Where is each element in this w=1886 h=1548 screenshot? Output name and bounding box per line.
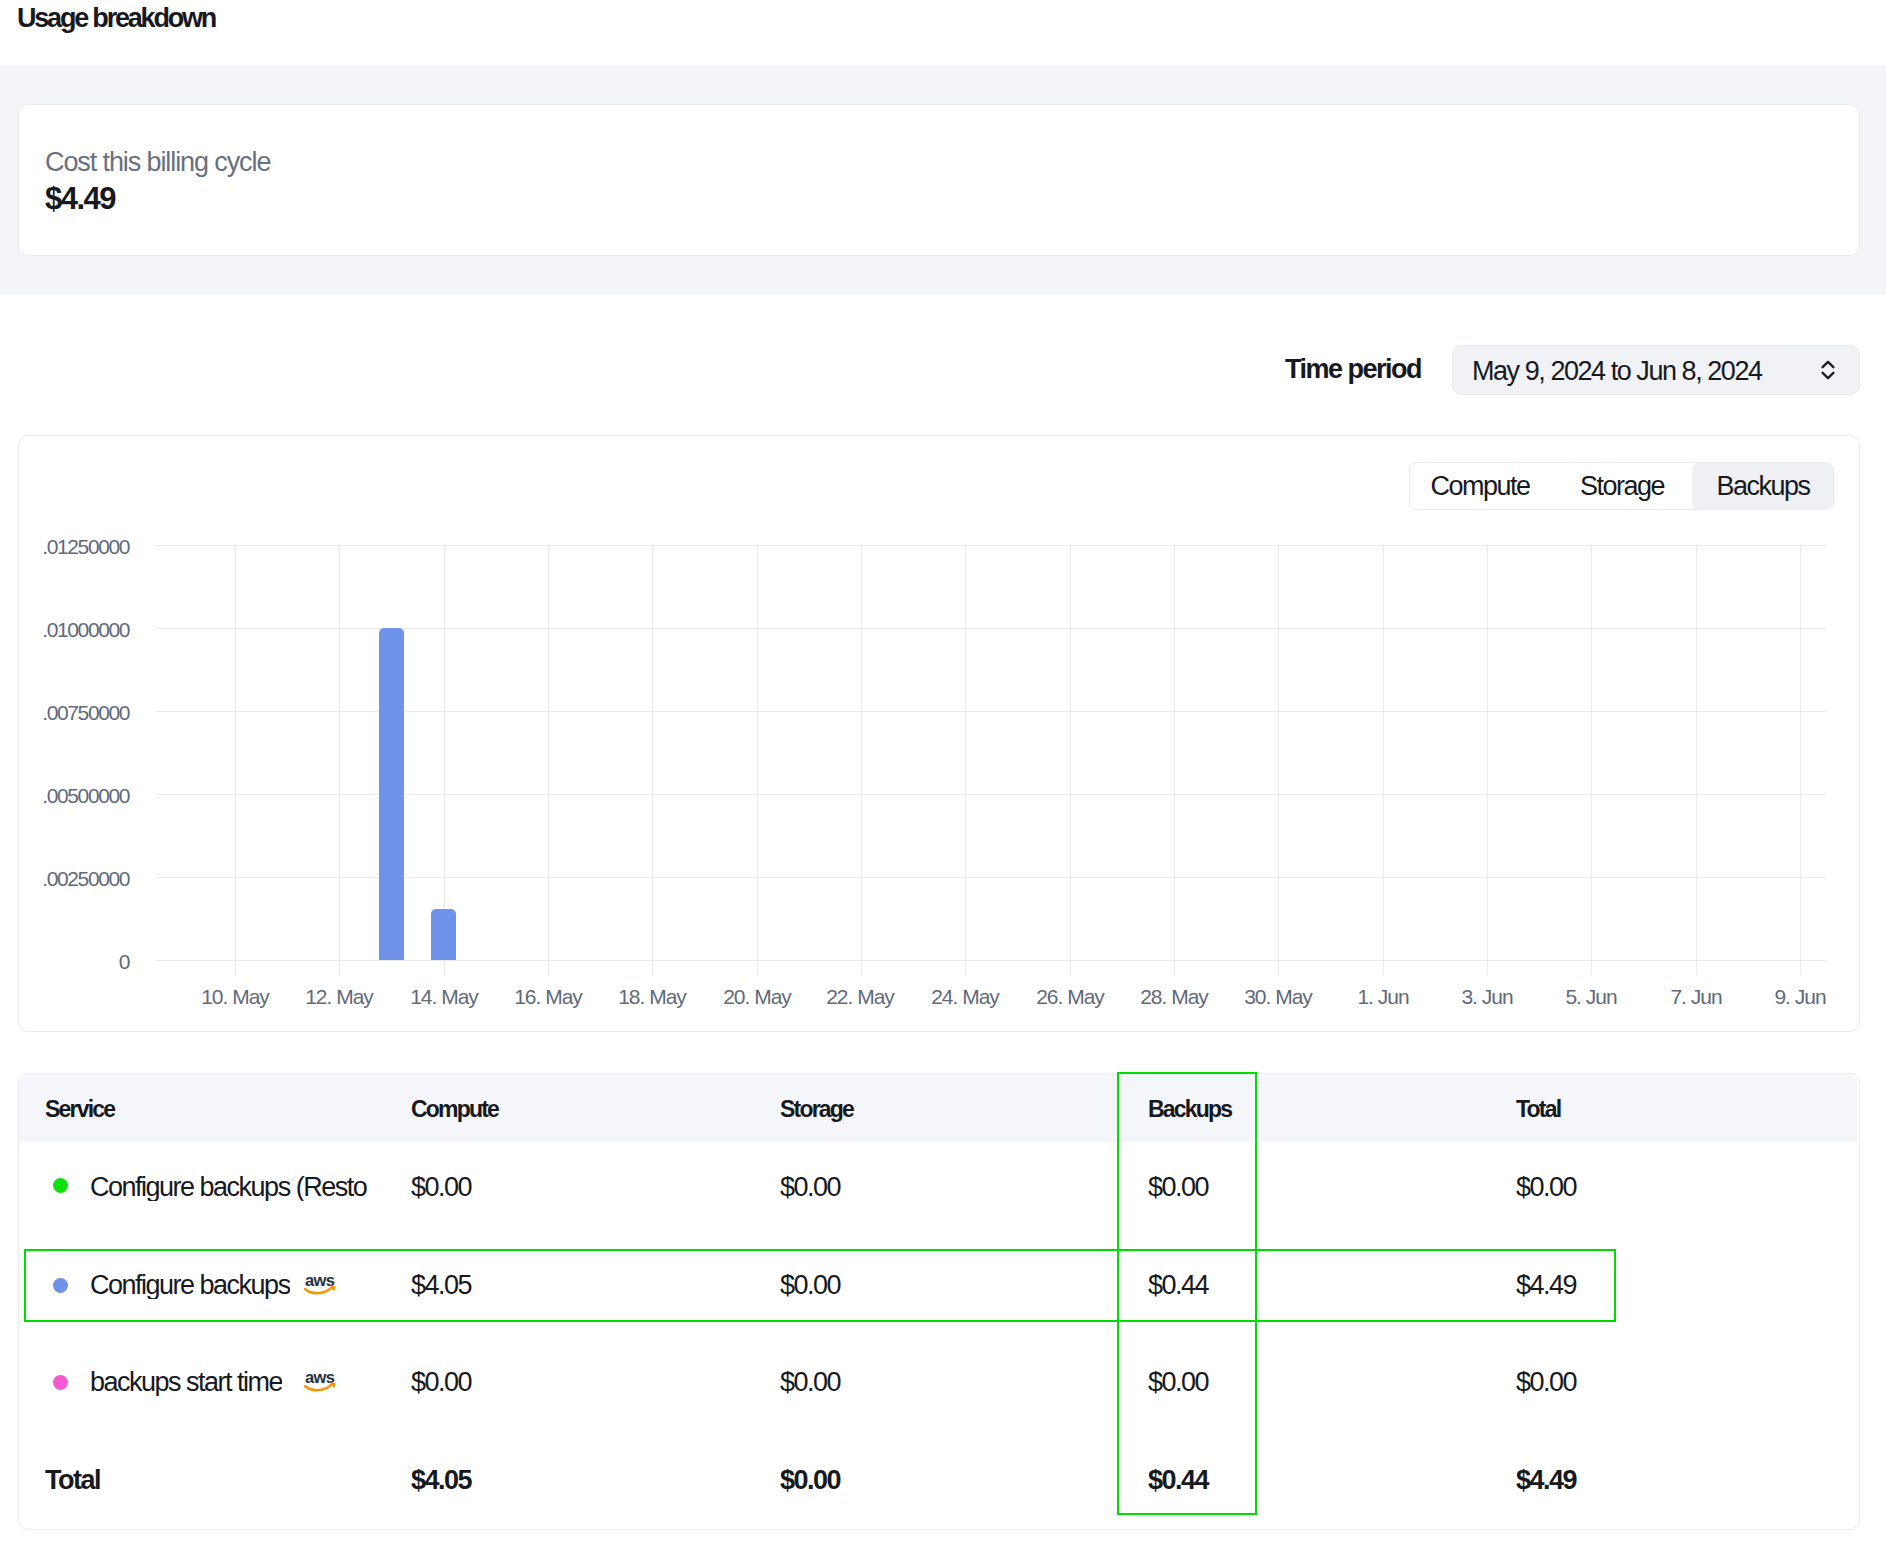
svg-text:aws: aws bbox=[305, 1369, 335, 1386]
